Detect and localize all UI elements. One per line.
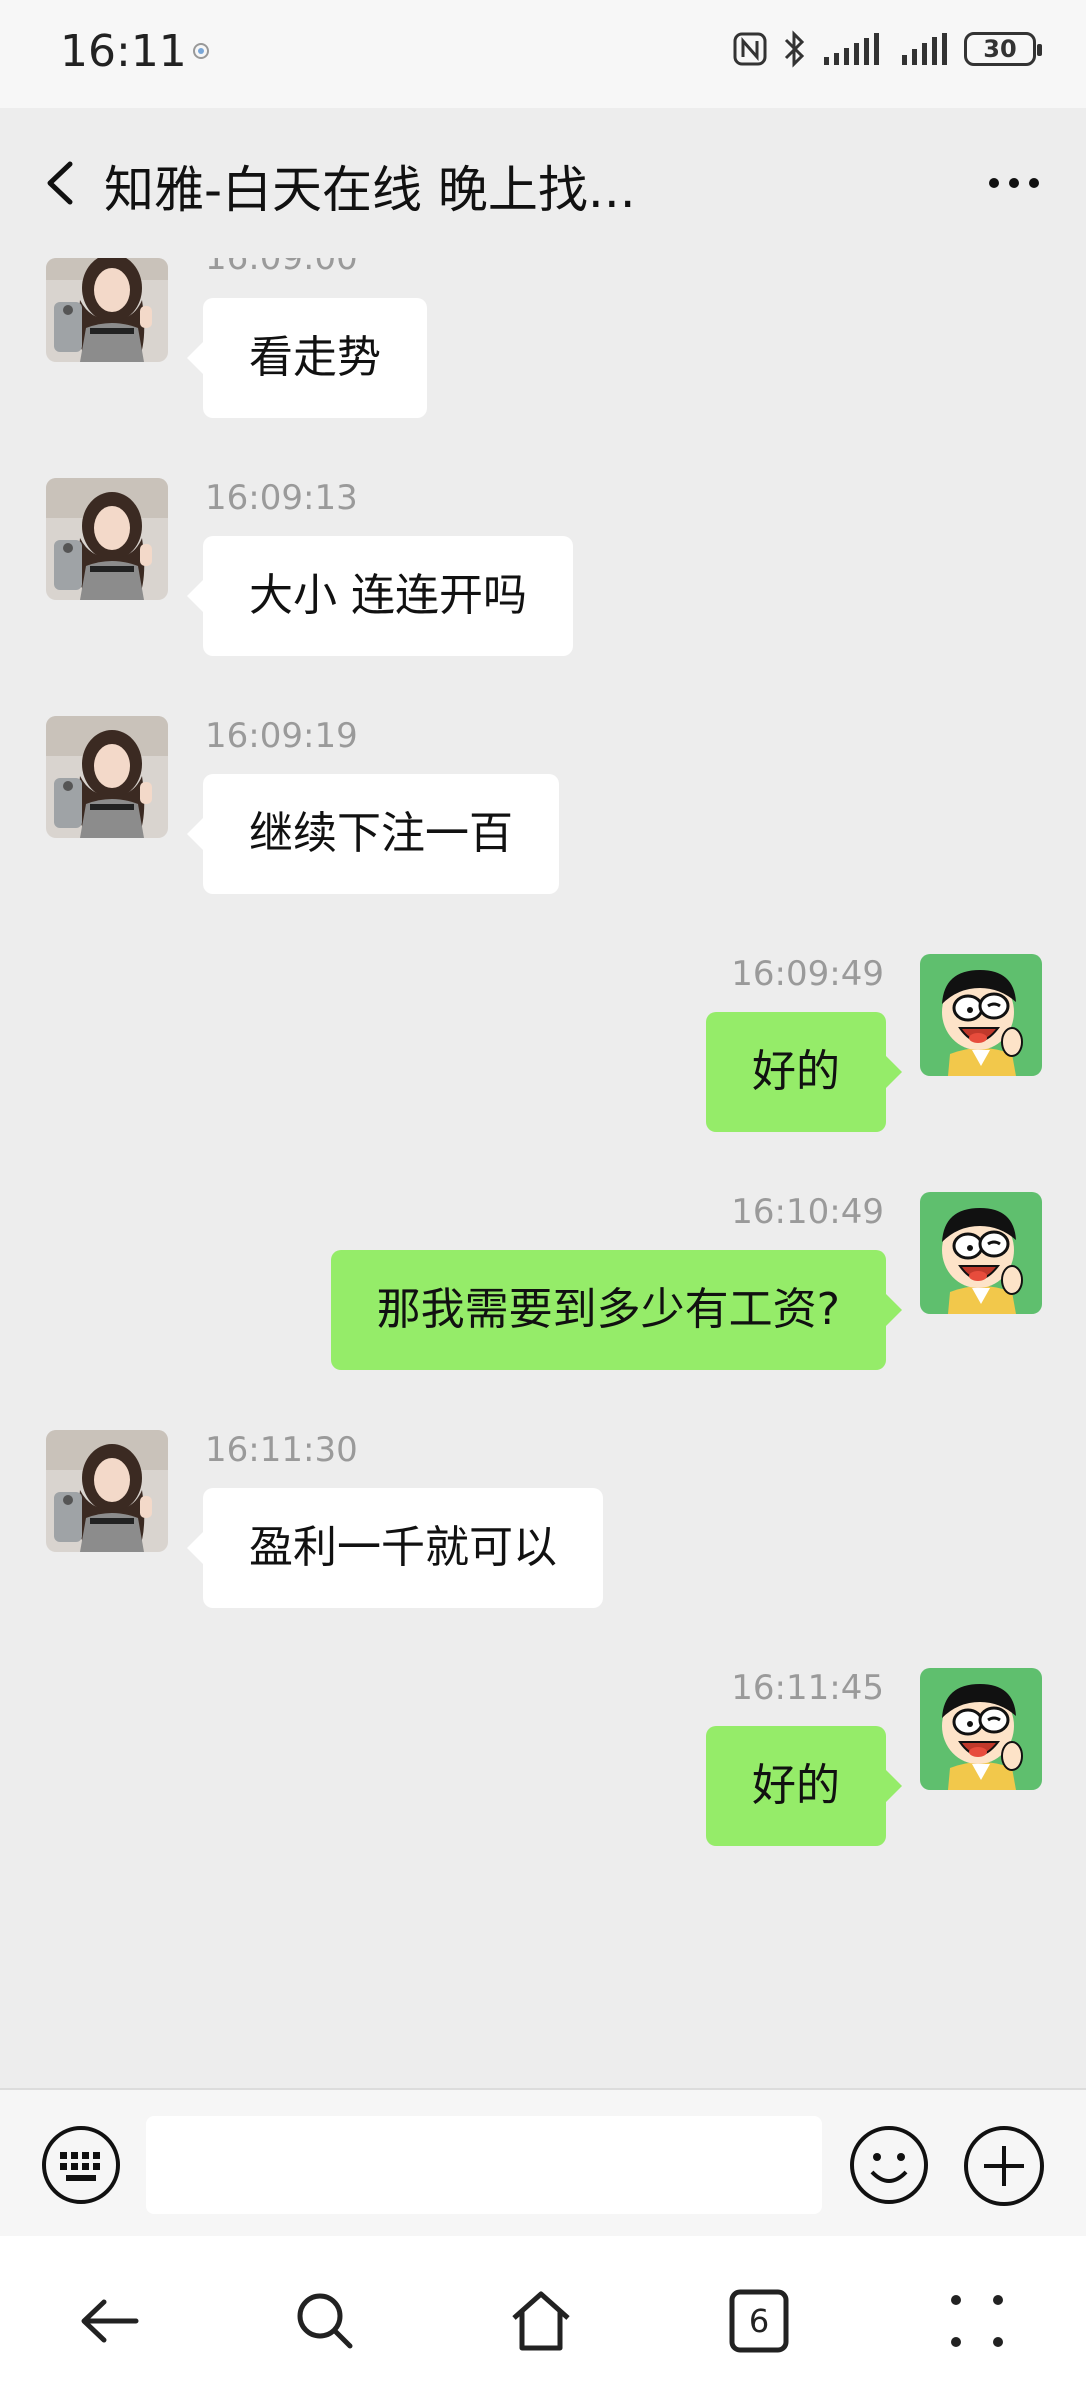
message-bubble[interactable]: 继续下注一百 <box>187 774 559 894</box>
contact-avatar[interactable] <box>46 258 168 362</box>
contact-avatar[interactable] <box>46 1430 168 1552</box>
keyboard-icon[interactable] <box>40 2124 122 2206</box>
message-time: 16:09:19 <box>205 716 358 756</box>
battery-level: 30 <box>983 35 1017 63</box>
contact-avatar[interactable] <box>46 716 168 838</box>
my-avatar[interactable] <box>920 1668 1042 1790</box>
tabs-count: 6 <box>748 2302 770 2340</box>
chat-title: 知雅-白天在线 晚上找... <box>104 161 636 219</box>
message-bubble[interactable]: 那我需要到多少有工资? <box>330 1250 903 1370</box>
notification-icon <box>193 43 209 59</box>
contact-avatar[interactable] <box>46 478 168 600</box>
message-bubble[interactable]: 好的 <box>706 1726 902 1846</box>
message-bubble[interactable]: 大小 连连开吗 <box>187 536 573 656</box>
signal-icon-2 <box>902 33 947 65</box>
home-icon[interactable] <box>508 2288 574 2354</box>
message-bubble[interactable]: 好的 <box>706 1012 902 1132</box>
message-time: 16:09:00 <box>205 258 358 278</box>
message-time: 16:09:13 <box>205 478 358 518</box>
message-bubble[interactable]: 看走势 <box>187 298 427 418</box>
signal-icon <box>824 33 879 65</box>
emoji-icon[interactable] <box>848 2124 930 2206</box>
status-time: 16:11 <box>60 26 187 77</box>
chat-header: 知雅-白天在线 晚上找... <box>0 108 1086 258</box>
my-avatar[interactable] <box>920 1192 1042 1314</box>
tabs-button[interactable]: 6 <box>726 2288 792 2354</box>
status-bar: 16:11 30 <box>0 0 1086 108</box>
chat-input-bar <box>0 2088 1086 2238</box>
back-arrow-icon[interactable] <box>40 158 80 208</box>
browser-nav-bar: 6 <box>0 2236 1086 2400</box>
my-avatar[interactable] <box>920 954 1042 1076</box>
status-icons: 30 <box>732 30 1042 68</box>
message-time: 16:11:45 <box>731 1668 884 1708</box>
message-time: 16:09:49 <box>731 954 884 994</box>
menu-dots-icon[interactable] <box>944 2288 1010 2354</box>
message-input[interactable] <box>146 2116 822 2214</box>
back-icon[interactable] <box>76 2288 142 2354</box>
nfc-icon <box>733 32 767 66</box>
plus-icon[interactable] <box>962 2124 1046 2208</box>
message-time: 16:10:49 <box>731 1192 884 1232</box>
battery-indicator: 30 <box>964 32 1042 66</box>
message-bubble[interactable]: 盈利一千就可以 <box>187 1488 603 1608</box>
message-list[interactable]: 16:09:00 看走势 16:09:13 大小 连连开吗 16:09:19 继… <box>0 258 1086 2088</box>
more-icon[interactable] <box>986 168 1042 198</box>
bluetooth-icon <box>784 30 805 68</box>
message-time: 16:11:30 <box>205 1430 358 1470</box>
search-icon[interactable] <box>292 2288 358 2354</box>
